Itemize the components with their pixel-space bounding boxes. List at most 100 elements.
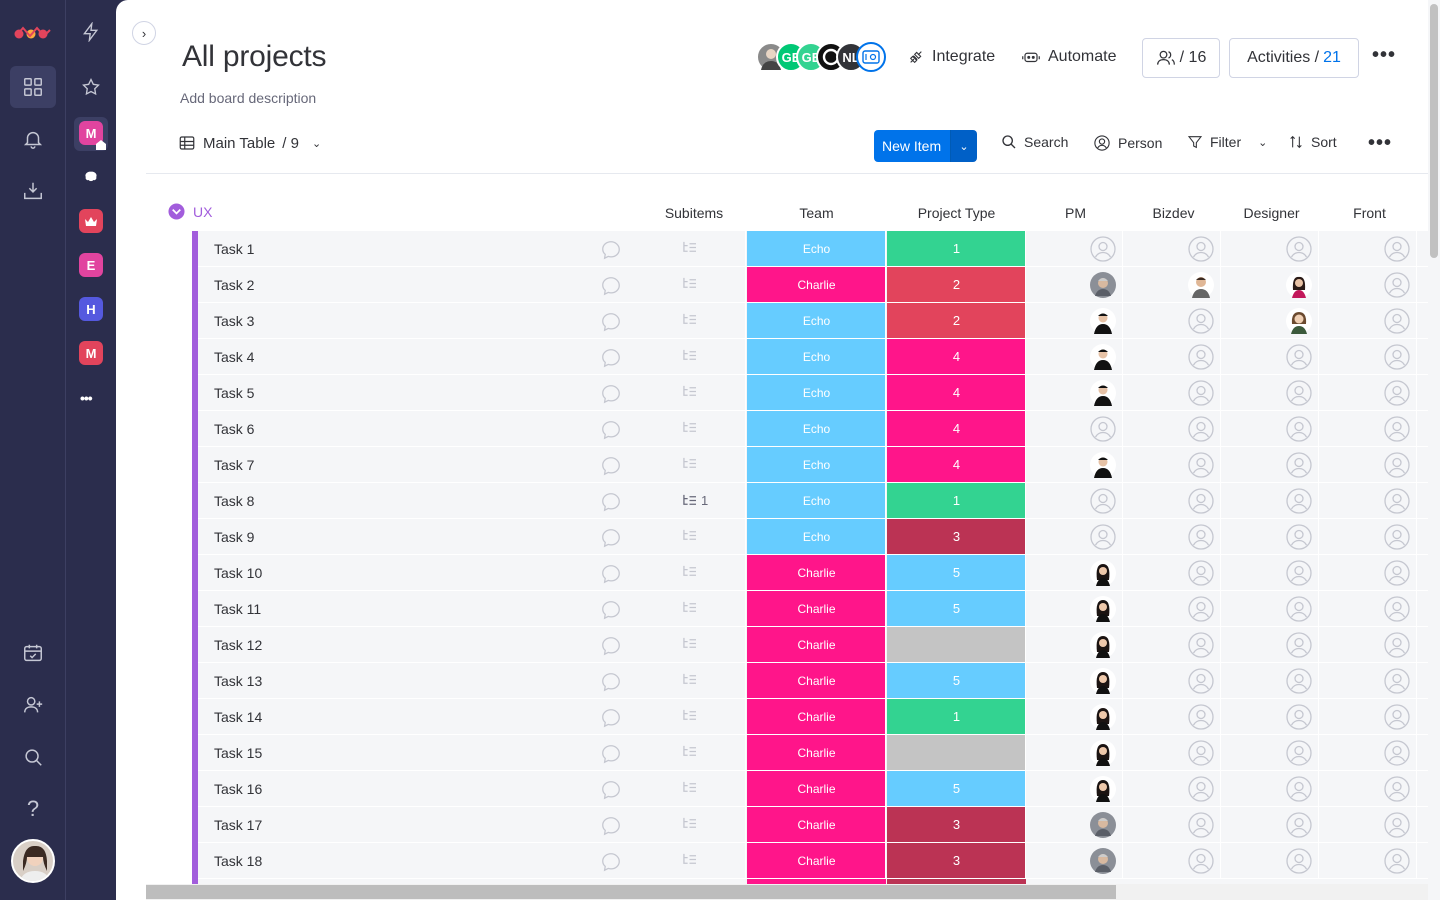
project-type-status-cell[interactable]: 2 bbox=[887, 267, 1026, 302]
team-status-cell[interactable]: Echo bbox=[747, 447, 886, 482]
view-selector[interactable]: Main Table / 9 ⌄ bbox=[178, 134, 321, 152]
project-type-status-cell[interactable] bbox=[887, 735, 1026, 770]
column-header-bizdev[interactable]: Bizdev bbox=[1125, 205, 1222, 221]
subitems-cell[interactable] bbox=[682, 637, 701, 650]
subitems-cell[interactable] bbox=[682, 745, 701, 758]
item-name[interactable]: Task 1 bbox=[214, 241, 254, 257]
team-status-cell[interactable]: Echo bbox=[747, 519, 886, 554]
bell-icon[interactable] bbox=[10, 118, 56, 160]
team-status-cell[interactable]: Echo bbox=[747, 411, 886, 446]
chat-icon[interactable] bbox=[600, 671, 622, 698]
empty-person-icon[interactable] bbox=[1188, 776, 1214, 802]
table-row[interactable]: Task 12 Charlie bbox=[192, 627, 1428, 663]
board-description[interactable]: Add board description bbox=[180, 90, 316, 106]
empty-person-icon[interactable] bbox=[1286, 488, 1312, 514]
members-button[interactable]: / 16 bbox=[1142, 38, 1220, 78]
pm-avatar[interactable] bbox=[1090, 848, 1116, 874]
empty-person-icon[interactable] bbox=[1384, 380, 1410, 406]
sort-button[interactable]: Sort bbox=[1288, 134, 1337, 150]
subitems-cell[interactable] bbox=[682, 385, 701, 398]
table-row[interactable]: Task 8 1 Echo 1 bbox=[192, 483, 1428, 519]
table-row[interactable]: Task 10 Charlie 5 bbox=[192, 555, 1428, 591]
project-type-status-cell[interactable]: 5 bbox=[887, 663, 1026, 698]
team-status-cell[interactable]: Echo bbox=[747, 231, 886, 266]
table-row[interactable]: Task 17 Charlie 3 bbox=[192, 807, 1428, 843]
empty-person-icon[interactable] bbox=[1286, 560, 1312, 586]
item-name[interactable]: Task 10 bbox=[214, 565, 262, 581]
team-status-cell[interactable]: Charlie bbox=[747, 555, 886, 590]
column-header-front[interactable]: Front bbox=[1321, 205, 1418, 221]
pm-avatar[interactable] bbox=[1090, 560, 1116, 586]
table-row[interactable]: Task 9 Echo 3 bbox=[192, 519, 1428, 555]
project-type-status-cell[interactable]: 3 bbox=[887, 807, 1026, 842]
project-type-status-cell[interactable]: 2 bbox=[887, 303, 1026, 338]
empty-person-icon[interactable] bbox=[1384, 776, 1410, 802]
chat-icon[interactable] bbox=[600, 311, 622, 338]
empty-person-icon[interactable] bbox=[1188, 740, 1214, 766]
item-name[interactable]: Task 4 bbox=[214, 349, 254, 365]
empty-person-icon[interactable] bbox=[1286, 632, 1312, 658]
group-header[interactable]: UX bbox=[168, 203, 212, 220]
toolbar-more-menu[interactable]: ••• bbox=[1368, 132, 1392, 155]
table-row[interactable]: Task 14 Charlie 1 bbox=[192, 699, 1428, 735]
empty-person-icon[interactable] bbox=[1384, 848, 1410, 874]
item-name[interactable]: Task 8 bbox=[214, 493, 254, 509]
team-status-cell[interactable]: Echo bbox=[747, 339, 886, 374]
board-title[interactable]: All projects bbox=[182, 40, 327, 74]
project-type-status-cell[interactable]: 4 bbox=[887, 447, 1026, 482]
empty-person-icon[interactable] bbox=[1188, 596, 1214, 622]
empty-person-icon[interactable] bbox=[1188, 488, 1214, 514]
empty-person-icon[interactable] bbox=[1286, 776, 1312, 802]
pm-avatar[interactable] bbox=[1090, 668, 1116, 694]
pm-avatar[interactable] bbox=[1090, 308, 1116, 334]
item-name[interactable]: Task 9 bbox=[214, 529, 254, 545]
empty-person-icon[interactable] bbox=[1286, 524, 1312, 550]
table-row[interactable]: Task 6 Echo 4 bbox=[192, 411, 1428, 447]
empty-person-icon[interactable] bbox=[1188, 812, 1214, 838]
empty-person-icon[interactable] bbox=[1384, 236, 1410, 262]
empty-person-icon[interactable] bbox=[1384, 272, 1410, 298]
pm-avatar[interactable] bbox=[1090, 344, 1116, 370]
empty-person-icon[interactable] bbox=[1188, 632, 1214, 658]
automate-button[interactable]: Automate bbox=[1022, 48, 1116, 66]
team-status-cell[interactable]: Charlie bbox=[747, 735, 886, 770]
new-item-dropdown-icon[interactable]: ⌄ bbox=[950, 130, 977, 162]
item-name[interactable]: Task 18 bbox=[214, 853, 262, 869]
column-header-project-type[interactable]: Project Type bbox=[887, 205, 1026, 221]
table-row[interactable]: Task 15 Charlie bbox=[192, 735, 1428, 771]
pm-avatar[interactable] bbox=[1090, 776, 1116, 802]
subitems-cell[interactable] bbox=[682, 529, 701, 542]
chat-icon[interactable] bbox=[600, 779, 622, 806]
team-status-cell[interactable]: Charlie bbox=[747, 807, 886, 842]
empty-person-icon[interactable] bbox=[1286, 596, 1312, 622]
vertical-scroll-thumb[interactable] bbox=[1430, 4, 1438, 258]
empty-person-icon[interactable] bbox=[1384, 740, 1410, 766]
help-icon[interactable]: ? bbox=[10, 788, 56, 830]
subitems-cell[interactable] bbox=[682, 673, 701, 686]
empty-person-icon[interactable] bbox=[1188, 380, 1214, 406]
table-row[interactable]: Task 13 Charlie 5 bbox=[192, 663, 1428, 699]
board-more-menu[interactable]: ••• bbox=[1372, 44, 1396, 67]
item-name[interactable]: Task 13 bbox=[214, 673, 262, 689]
collapse-group-icon[interactable] bbox=[168, 203, 185, 220]
empty-person-icon[interactable] bbox=[1384, 668, 1410, 694]
empty-person-icon[interactable] bbox=[1188, 704, 1214, 730]
team-status-cell[interactable]: Echo bbox=[747, 303, 886, 338]
team-status-cell[interactable]: Echo bbox=[747, 483, 886, 518]
table-row[interactable]: Task 11 Charlie 5 bbox=[192, 591, 1428, 627]
pm-avatar[interactable] bbox=[1090, 632, 1116, 658]
empty-person-icon[interactable] bbox=[1188, 560, 1214, 586]
empty-person-icon[interactable] bbox=[1384, 704, 1410, 730]
project-type-status-cell[interactable] bbox=[887, 627, 1026, 662]
horizontal-scrollbar[interactable] bbox=[146, 884, 1428, 900]
subitems-cell[interactable] bbox=[682, 817, 701, 830]
activities-button[interactable]: Activities / 21 bbox=[1229, 38, 1359, 78]
empty-person-icon[interactable] bbox=[1188, 308, 1214, 334]
chat-icon[interactable] bbox=[600, 455, 622, 482]
team-status-cell[interactable]: Charlie bbox=[747, 699, 886, 734]
vertical-scrollbar[interactable] bbox=[1428, 0, 1440, 900]
project-type-status-cell[interactable]: 4 bbox=[887, 339, 1026, 374]
chat-icon[interactable] bbox=[600, 851, 622, 878]
team-status-cell[interactable]: Charlie bbox=[747, 663, 886, 698]
designer-avatar[interactable] bbox=[1286, 308, 1312, 334]
